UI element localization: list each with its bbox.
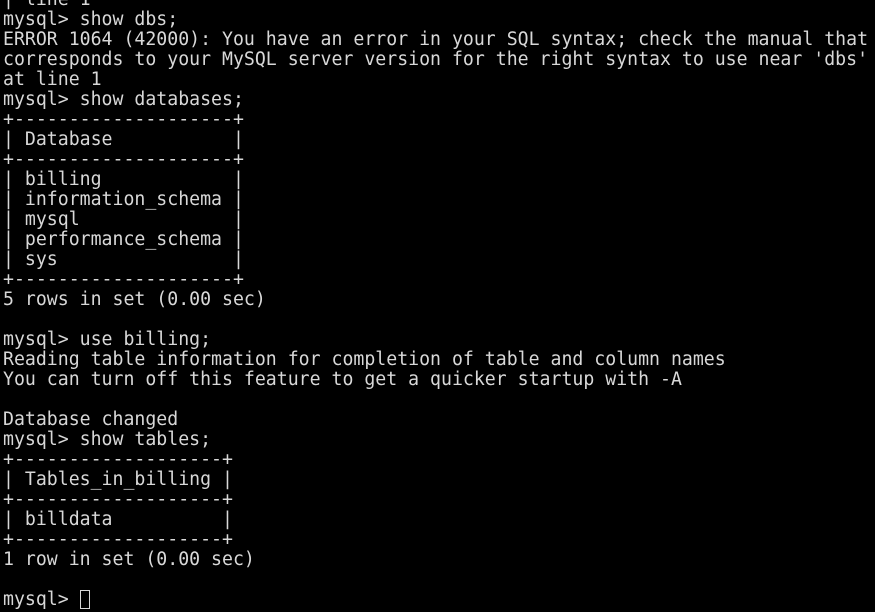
output-line: | Tables_in_billing | [3,469,233,490]
output-line: +--------------------+ [3,149,244,170]
output-line: | sys | [3,249,244,270]
output-line: Reading table information for completion… [3,349,726,370]
output-line: +--------------------+ [3,109,244,130]
output-line: You can turn off this feature to get a q… [3,369,682,390]
output-line: | information_schema | [3,189,244,210]
output-line: | billdata | [3,509,233,530]
output-line: +-------------------+ [3,529,233,550]
terminal-window[interactable]: | line 1 mysql> show dbs; ERROR 1064 (42… [0,0,875,612]
output-line: | billing | [3,169,244,190]
output-line: 1 row in set (0.00 sec) [3,549,255,570]
output-line: mysql> show tables; [3,429,212,450]
output-line: +--------------------+ [3,269,244,290]
output-line: +-------------------+ [3,449,233,470]
output-line: | mysql | [3,209,244,230]
terminal-output: | line 1 mysql> show dbs; ERROR 1064 (42… [3,0,875,610]
output-line: mysql> show databases; [3,89,244,110]
output-line: | performance_schema | [3,229,244,250]
output-line: corresponds to your MySQL server version… [3,49,869,70]
output-line: 5 rows in set (0.00 sec) [3,289,266,310]
output-line: ERROR 1064 (42000): You have an error in… [3,29,869,50]
output-line: Database changed [3,409,179,430]
command-prompt-line[interactable]: mysql> [3,590,875,610]
output-line: +-------------------+ [3,489,233,510]
output-line: | Database | [3,129,244,150]
text-cursor[interactable] [79,590,90,609]
prompt-text: mysql> [3,589,80,610]
output-line: at line 1 [3,69,102,90]
output-line: mysql> show dbs; [3,9,179,30]
output-line: mysql> use billing; [3,329,212,350]
